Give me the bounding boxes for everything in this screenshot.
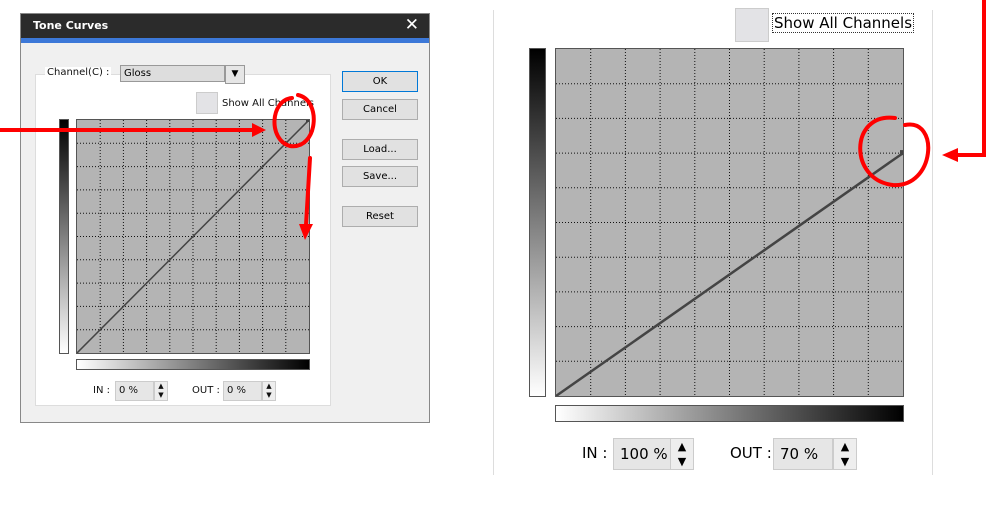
in-field[interactable]: 100 % (613, 438, 673, 470)
chevron-down-icon[interactable]: ▼ (225, 65, 245, 84)
out-label: OUT : (192, 385, 220, 396)
in-field[interactable]: 0 % (115, 381, 154, 401)
curve-control-point[interactable] (306, 119, 310, 122)
show-all-channels-checkbox[interactable] (196, 92, 218, 114)
in-label: IN : (582, 444, 608, 462)
load-button[interactable]: Load... (342, 139, 418, 160)
curve-graph-zoomed[interactable] (555, 48, 904, 397)
save-button[interactable]: Save... (342, 166, 418, 187)
in-spinner[interactable]: ▲ ▼ (670, 438, 694, 470)
divider (493, 10, 494, 475)
out-spinner[interactable]: ▲ ▼ (833, 438, 857, 470)
input-gradient-bar (76, 359, 310, 370)
curve-control-point[interactable] (900, 150, 904, 156)
out-label: OUT : (730, 444, 772, 462)
close-icon[interactable]: ✕ (405, 15, 419, 35)
output-gradient-bar (59, 119, 69, 354)
curve-graph[interactable] (76, 119, 310, 354)
divider (932, 10, 933, 475)
annotation-arrow (953, 0, 986, 157)
tone-curves-dialog: Tone Curves ✕ Channel(C) : Gloss ▼ Show … (20, 13, 430, 423)
dialog-title: Tone Curves (33, 19, 109, 32)
input-gradient-bar (555, 405, 904, 422)
show-all-channels-label: Show All Channels (222, 98, 315, 109)
out-field[interactable]: 70 % (773, 438, 833, 470)
arrow-head (942, 148, 958, 162)
channel-select[interactable]: Gloss (120, 65, 225, 82)
show-all-channels-label: Show All Channels (772, 13, 915, 33)
show-all-channels-checkbox[interactable] (735, 8, 769, 42)
in-label: IN : (93, 385, 110, 396)
out-field[interactable]: 0 % (223, 381, 262, 401)
output-gradient-bar (529, 48, 546, 397)
accent-bar (21, 38, 429, 43)
tone-curve (556, 152, 903, 396)
title-bar: Tone Curves ✕ (21, 14, 429, 38)
cancel-button[interactable]: Cancel (342, 99, 418, 120)
reset-button[interactable]: Reset (342, 206, 418, 227)
channel-label: Channel(C) : (45, 67, 112, 78)
in-spinner[interactable]: ▲ ▼ (154, 381, 168, 401)
out-spinner[interactable]: ▲ ▼ (262, 381, 276, 401)
ok-button[interactable]: OK (342, 71, 418, 92)
